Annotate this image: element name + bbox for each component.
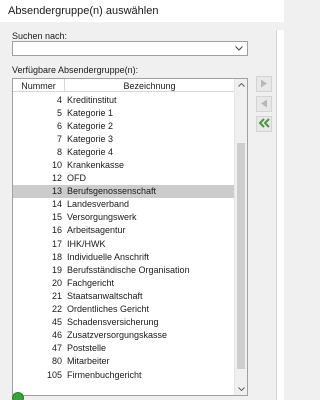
- cell-bezeichnung: Firmenbuchgericht: [67, 369, 142, 380]
- vertical-scrollbar[interactable]: [234, 79, 247, 395]
- cell-nummer: 4: [56, 94, 62, 105]
- search-label: Suchen nach:: [12, 31, 68, 41]
- cell-nummer: 21: [51, 290, 62, 301]
- cell-nummer: 19: [51, 264, 62, 275]
- search-combobox[interactable]: [12, 41, 248, 56]
- cell-nummer: 8: [56, 146, 62, 157]
- cell-nummer: 105: [46, 369, 62, 380]
- cell-bezeichnung: Schadensversicherung: [67, 317, 159, 328]
- cell-nummer: 20: [51, 277, 62, 288]
- arrow-right-icon: [260, 79, 268, 90]
- cell-bezeichnung: Kategorie 3: [67, 133, 114, 144]
- table-row[interactable]: 105 Firmenbuchgericht: [13, 368, 235, 381]
- table-row[interactable]: 4 Kreditinstitut: [13, 93, 235, 106]
- search-input[interactable]: [13, 42, 231, 55]
- right-panel-edge: [276, 30, 284, 400]
- table-row[interactable]: 47 Poststelle: [13, 342, 235, 355]
- table-row[interactable]: 7 Kategorie 3: [13, 132, 235, 145]
- cell-bezeichnung: Krankenkasse: [67, 160, 125, 171]
- table-row[interactable]: 6 Kategorie 2: [13, 119, 235, 132]
- window-title: Absendergruppe(n) auswählen: [0, 0, 284, 22]
- cell-nummer: 46: [51, 330, 62, 341]
- table-row[interactable]: 21 Staatsanwaltschaft: [13, 289, 235, 302]
- cell-nummer: 45: [51, 317, 62, 328]
- cell-bezeichnung: Fachgericht: [67, 277, 115, 288]
- cell-bezeichnung: Staatsanwaltschaft: [67, 290, 143, 301]
- cell-nummer: 7: [56, 133, 62, 144]
- cell-bezeichnung: Ordentliches Gericht: [67, 304, 150, 315]
- table-row[interactable]: 14 Landesverband: [13, 198, 235, 211]
- list-header: Nummer Bezeichnung: [13, 79, 235, 92]
- cell-nummer: 80: [51, 356, 62, 367]
- column-header-nummer[interactable]: Nummer: [13, 79, 65, 92]
- cell-bezeichnung: Individuelle Anschrift: [67, 251, 150, 262]
- cell-nummer: 14: [51, 199, 62, 210]
- scrollbar-thumb[interactable]: [237, 143, 245, 369]
- cell-nummer: 12: [51, 173, 62, 184]
- table-row[interactable]: 45 Schadensversicherung: [13, 316, 235, 329]
- list-rows: 4 Kreditinstitut 5 Kategorie 1 6 Kategorie 27…: [13, 93, 235, 381]
- cell-nummer: 22: [51, 304, 62, 315]
- cell-nummer: 6: [56, 120, 62, 131]
- chevron-down-icon[interactable]: [233, 43, 245, 54]
- remove-group-button[interactable]: [256, 96, 272, 112]
- cell-bezeichnung: Mitarbeiter: [67, 356, 110, 367]
- table-row[interactable]: 8 Kategorie 4: [13, 145, 235, 158]
- cell-nummer: 16: [51, 225, 62, 236]
- table-row[interactable]: 5 Kategorie 1: [13, 106, 235, 119]
- list-label: Verfügbare Absendergruppe(n):: [12, 65, 139, 75]
- table-row[interactable]: 19 Berufsständische Organisation: [13, 263, 235, 276]
- cell-nummer: 18: [51, 251, 62, 262]
- cell-bezeichnung: Landesverband: [67, 199, 130, 210]
- arrow-left-icon: [260, 99, 268, 110]
- help-icon[interactable]: [12, 392, 24, 400]
- cell-nummer: 15: [51, 212, 62, 223]
- table-row[interactable]: 13 Berufsgenossenschaft: [13, 184, 235, 198]
- cell-nummer: 10: [51, 160, 62, 171]
- table-row[interactable]: 20 Fachgericht: [13, 276, 235, 289]
- cell-nummer: 5: [56, 107, 62, 118]
- cell-nummer: 13: [51, 186, 62, 197]
- cell-bezeichnung: IHK/HWK: [67, 238, 106, 249]
- cell-nummer: 47: [51, 343, 62, 354]
- cell-bezeichnung: OFD: [67, 173, 86, 184]
- table-row[interactable]: 17 IHK/HWK: [13, 237, 235, 250]
- scroll-down-icon[interactable]: [235, 383, 247, 395]
- table-row[interactable]: 18 Individuelle Anschrift: [13, 250, 235, 263]
- table-row[interactable]: 12 OFD: [13, 172, 235, 185]
- cell-bezeichnung: Kategorie 1: [67, 107, 114, 118]
- dialog-body: Suchen nach: Verfügbare Absendergruppe(n…: [0, 22, 284, 400]
- table-row[interactable]: 10 Krankenkasse: [13, 158, 235, 171]
- table-row[interactable]: 80 Mitarbeiter: [13, 355, 235, 368]
- titlebar-edge: [274, 0, 284, 22]
- cell-bezeichnung: Versorgungswerk: [67, 212, 137, 223]
- table-row[interactable]: 46 Zusatzversorgungskasse: [13, 329, 235, 342]
- cell-bezeichnung: Arbeitsagentur: [67, 225, 126, 236]
- scroll-up-icon[interactable]: [235, 79, 247, 91]
- remove-all-groups-button[interactable]: [256, 116, 272, 132]
- cell-bezeichnung: Berufsständische Organisation: [67, 264, 190, 275]
- table-row[interactable]: 22 Ordentliches Gericht: [13, 303, 235, 316]
- table-row[interactable]: 15 Versorgungswerk: [13, 211, 235, 224]
- cell-bezeichnung: Berufsgenossenschaft: [67, 186, 157, 197]
- table-row[interactable]: 16 Arbeitsagentur: [13, 224, 235, 237]
- cell-bezeichnung: Zusatzversorgungskasse: [67, 330, 168, 341]
- cell-bezeichnung: Poststelle: [67, 343, 107, 354]
- cell-bezeichnung: Kategorie 4: [67, 146, 114, 157]
- double-arrow-left-icon: [258, 118, 270, 130]
- cell-bezeichnung: Kreditinstitut: [67, 94, 117, 105]
- cell-bezeichnung: Kategorie 2: [67, 120, 114, 131]
- groups-list[interactable]: Nummer Bezeichnung 4 Kreditinstitut 5 Kateg…: [12, 78, 248, 396]
- column-header-bezeichnung[interactable]: Bezeichnung: [65, 79, 235, 92]
- add-group-button[interactable]: [256, 76, 272, 92]
- cell-nummer: 17: [51, 238, 62, 249]
